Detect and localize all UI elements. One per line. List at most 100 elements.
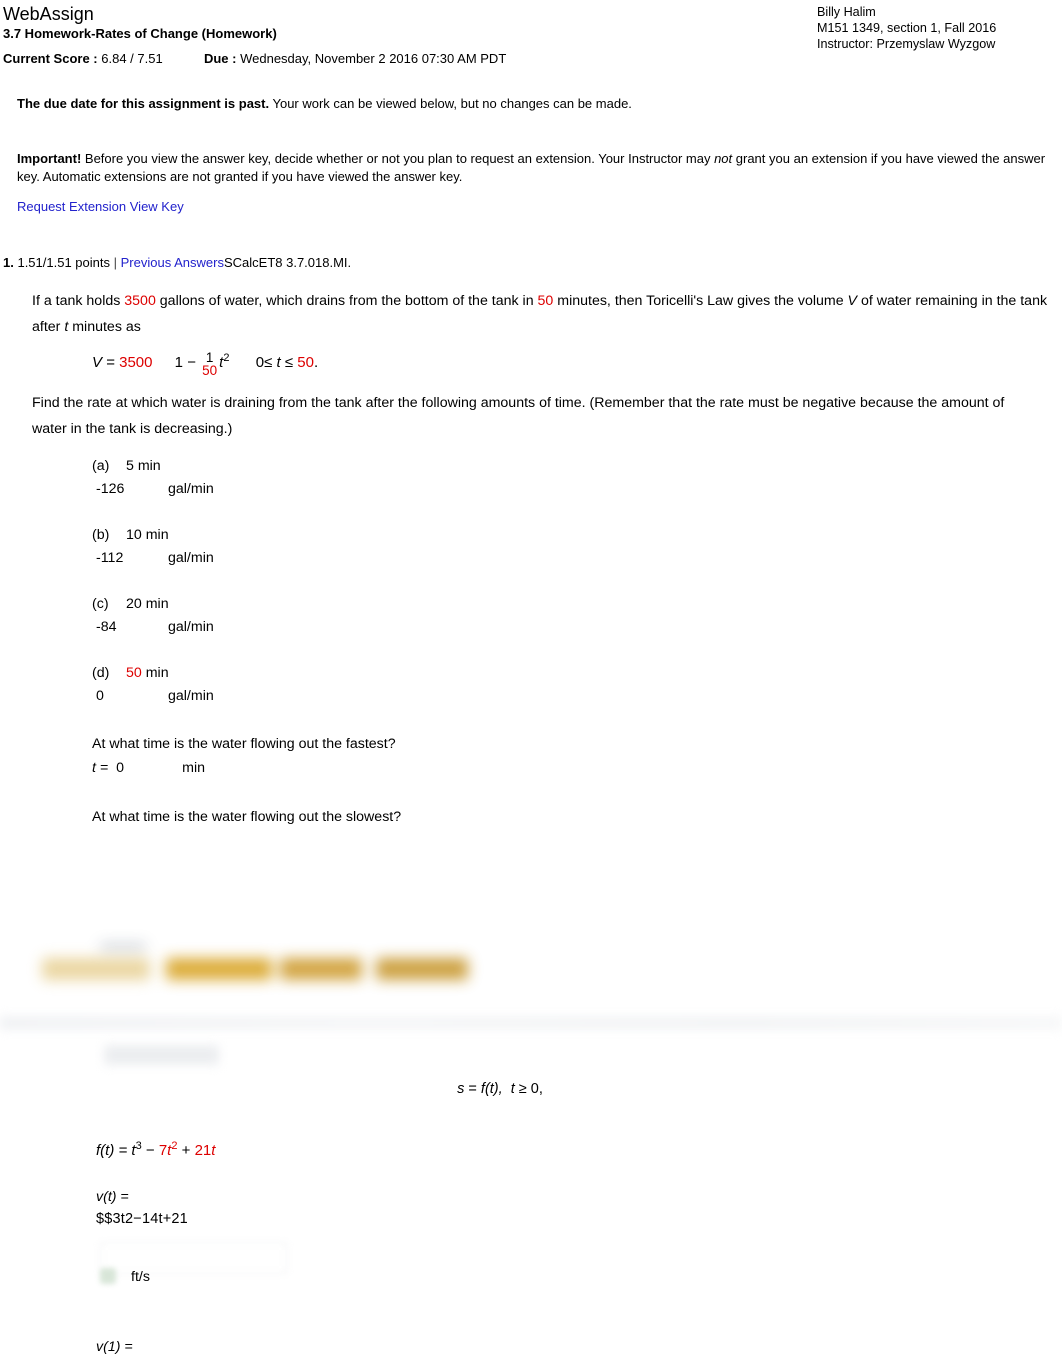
- page-header: WebAssign 3.7 Homework-Rates of Change (…: [0, 0, 1062, 68]
- important-bold-text: Important!: [17, 151, 82, 166]
- ft-plus-sign: +: [177, 1142, 195, 1159]
- part-a-answer-value[interactable]: -126: [96, 477, 168, 501]
- past-due-notice: The due date for this assignment is past…: [0, 95, 1062, 113]
- due-value: Wednesday, November 2 2016 07:30 AM PDT: [240, 51, 507, 66]
- function-definition: f(t) = t3 − 7t2 + 21t: [96, 1134, 215, 1163]
- stem-text-3: minutes, then Toricelli's Law gives the …: [553, 293, 848, 309]
- motion-equation: s = f(t), t ≥ 0,: [0, 1078, 1000, 1100]
- fraction-denominator: 50: [202, 363, 218, 379]
- domain-upper: 50: [297, 354, 314, 371]
- obscured-chunk: [42, 958, 150, 980]
- formula-fraction: 1 50: [202, 351, 218, 379]
- current-score-label: Current Score :: [3, 51, 98, 66]
- formula-lhs-v: V: [92, 354, 103, 371]
- fastest-unit: min: [182, 760, 206, 777]
- motion-func-arg: (t),: [484, 1081, 503, 1097]
- part-d-unit: gal/min: [168, 688, 214, 705]
- answer-part-c: (c) 20 min -84 gal/min: [92, 593, 1062, 639]
- fastest-question-block: At what time is the water flowing out th…: [0, 732, 1062, 780]
- due-label: Due :: [203, 51, 237, 66]
- part-d-time-unit: min: [141, 665, 169, 682]
- volume-formula: V = 3500 1 − 1 50 t2 0≤ t ≤ 50.: [0, 348, 1062, 379]
- formula-equals: =: [106, 354, 115, 371]
- part-d-time-value: 50: [126, 665, 142, 682]
- stem-gallons-value: 3500: [124, 293, 156, 309]
- important-notice: Important! Before you view the answer ke…: [0, 150, 1062, 186]
- velocity-label: v(t) =: [96, 1189, 129, 1205]
- part-b-answer-row: -112 gal/min: [92, 546, 1062, 570]
- ft-minus-sign: −: [141, 1142, 159, 1159]
- formula-exponent: 2: [223, 352, 230, 364]
- textbook-reference: SCalcET8 3.7.018.MI.: [223, 255, 352, 270]
- part-a-unit: gal/min: [168, 481, 214, 498]
- ft-var-t-linear: t: [211, 1142, 216, 1159]
- slowest-question-text: At what time is the water flowing out th…: [92, 809, 402, 826]
- domain-var-t: t: [276, 354, 281, 371]
- domain-le-2: ≤: [284, 354, 294, 371]
- part-b-label-row: (b) 10 min: [92, 524, 1062, 546]
- check-icon: [100, 1268, 116, 1284]
- velocity-unit: ft/s: [131, 1269, 150, 1285]
- formula-coefficient: 3500: [119, 354, 153, 371]
- past-due-rest-text: Your work can be viewed below, but no ch…: [269, 96, 632, 111]
- important-italic-not: not: [714, 151, 733, 166]
- past-due-bold-text: The due date for this assignment is past…: [17, 96, 270, 111]
- view-key-link[interactable]: View Key: [130, 199, 184, 214]
- obscured-chunk: [166, 958, 272, 980]
- answer-parts-list: (a) 5 min -126 gal/min (b) 10 min -112 gal/m…: [0, 455, 1062, 708]
- part-d-answer-row: 0 gal/min: [92, 684, 1062, 708]
- v1-label-text: v(1) =: [96, 1339, 133, 1355]
- obscured-content-band: [38, 944, 474, 992]
- question-stem: If a tank holds 3500 gallons of water, w…: [0, 288, 1062, 340]
- slowest-question-block: At what time is the water flowing out th…: [0, 805, 1062, 829]
- student-info-block: Billy Halim M151 1349, section 1, Fall 2…: [817, 4, 1062, 53]
- ft-lhs: f(t) =: [96, 1142, 132, 1159]
- part-a-time: 5 min: [126, 458, 161, 475]
- previous-answers-link[interactable]: Previous Answers: [121, 255, 224, 270]
- current-score-value: 6.84 / 7.51: [101, 51, 163, 66]
- part-c-label-row: (c) 20 min: [92, 593, 1062, 615]
- question-header: 1. 1.51/1.51 points | Previous AnswersSC…: [0, 254, 1062, 271]
- question-prompt: Find the rate at which water is draining…: [32, 395, 1005, 438]
- domain-le-1: ≤: [264, 354, 273, 371]
- score-due-line: Current Score : 6.84 / 7.51 Due : Wednes…: [0, 50, 1062, 68]
- ft-coefficient-7: 7: [158, 1142, 168, 1159]
- obscured-chunk: [376, 958, 468, 980]
- question-points: 1.51/1.51 points: [17, 255, 110, 270]
- stem-minutes-value: 50: [537, 293, 554, 309]
- velocity-answer-input[interactable]: [100, 1242, 287, 1274]
- course-section: M151 1349, section 1, Fall 2016: [817, 21, 997, 36]
- obscured-chunk: [280, 958, 362, 980]
- part-a-label-row: (a) 5 min: [92, 455, 1062, 477]
- important-text-part1: Before you view the answer key, decide w…: [81, 151, 715, 166]
- part-a-answer-row: -126 gal/min: [92, 477, 1062, 501]
- part-c-letter: (c): [92, 596, 109, 613]
- part-d-answer-value[interactable]: 0: [96, 684, 168, 708]
- instructor-name: Instructor: Przemyslaw Wyzgow: [817, 37, 996, 52]
- question-number: 1.: [3, 255, 14, 270]
- question-divider: |: [113, 255, 118, 270]
- request-extension-link[interactable]: Request Extension: [17, 199, 126, 214]
- part-b-letter: (b): [92, 527, 110, 544]
- part-a-letter: (a): [92, 458, 110, 475]
- domain-lower: 0: [255, 354, 265, 371]
- formula-period: .: [313, 354, 319, 371]
- fastest-answer-row: t = 0 min: [92, 756, 1062, 780]
- velocity-block: v(t) = $$3t2−14t+21: [96, 1186, 188, 1230]
- fastest-question-text: At what time is the water flowing out th…: [92, 736, 396, 753]
- stem-var-v: V: [847, 293, 857, 309]
- fastest-var-label: t =: [92, 760, 109, 777]
- part-c-unit: gal/min: [168, 619, 214, 636]
- answer-part-d: (d) 50 min 0 gal/min: [92, 662, 1062, 708]
- formula-one: 1: [174, 354, 184, 371]
- part-c-answer-row: -84 gal/min: [92, 615, 1062, 639]
- stem-text-2: gallons of water, which drains from the …: [155, 293, 538, 309]
- part-b-time: 10 min: [126, 527, 169, 544]
- part-c-answer-value[interactable]: -84: [96, 615, 168, 639]
- fastest-answer-value[interactable]: 0: [108, 756, 182, 780]
- formula-minus: −: [187, 354, 196, 371]
- notice-links-row: Request Extension View Key: [0, 198, 1062, 215]
- velocity-raw-latex-answer[interactable]: $$3t2−14t+21: [96, 1208, 188, 1230]
- motion-domain: ≥ 0,: [514, 1081, 543, 1097]
- part-b-answer-value[interactable]: -112: [96, 546, 168, 570]
